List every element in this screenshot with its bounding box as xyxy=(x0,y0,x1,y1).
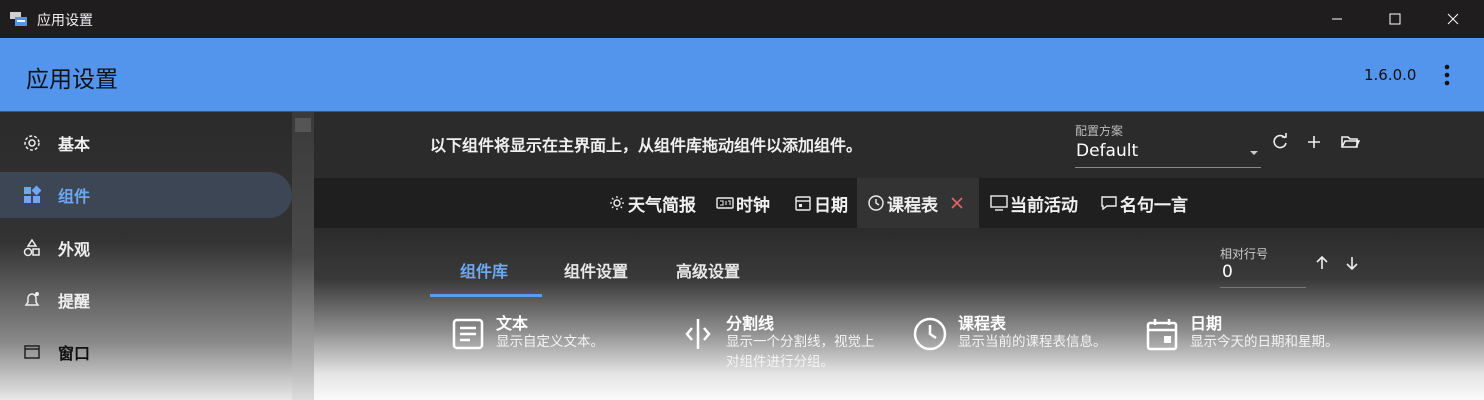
sidebar-item-appearance[interactable]: 外观 xyxy=(0,225,292,271)
chat-icon xyxy=(1101,196,1117,211)
tab-advanced-settings[interactable]: 高级设置 xyxy=(676,258,740,282)
strip-item-weather[interactable]: 天气简报 xyxy=(608,178,696,228)
library-card-separator[interactable]: 分割线 显示一个分割线，视觉上对组件进行分组。 xyxy=(680,310,900,380)
strip-item-quote[interactable]: 名句一言 xyxy=(1100,178,1188,228)
sidebar-item-label: 外观 xyxy=(58,240,91,259)
strip-item-label: 当前活动 xyxy=(1010,195,1078,216)
clock-icon xyxy=(913,317,947,351)
sidebar-item-label: 窗口 xyxy=(58,344,91,363)
clock-icon xyxy=(868,195,884,211)
chevron-down-icon xyxy=(1250,151,1258,155)
close-button[interactable] xyxy=(1424,0,1482,38)
component-strip: 天气简报 时钟 日期 课程表 当前活动 名句一言 xyxy=(314,178,1484,228)
sidebar-item-widgets[interactable]: 组件 xyxy=(0,172,292,218)
sidebar-item-window[interactable]: 窗口 xyxy=(0,329,292,375)
card-description: 显示今天的日期和星期。 xyxy=(1190,334,1339,350)
strip-item-schedule[interactable]: 课程表 xyxy=(857,178,979,228)
strip-item-activity[interactable]: 当前活动 xyxy=(990,178,1078,228)
version-label: 1.6.0.0 xyxy=(1364,66,1417,84)
strip-item-label: 时钟 xyxy=(736,195,770,216)
arrow-down-icon[interactable] xyxy=(1343,254,1361,272)
instruction-text: 以下组件将显示在主界面上，从组件库拖动组件以添加组件。 xyxy=(430,136,863,155)
sidebar-item-label: 提醒 xyxy=(58,292,91,311)
monitor-icon xyxy=(990,195,1008,211)
clock-digital-icon xyxy=(716,197,734,209)
refresh-icon[interactable] xyxy=(1270,132,1290,152)
tab-component-settings[interactable]: 组件设置 xyxy=(564,258,628,282)
scheme-value: Default xyxy=(1076,141,1139,161)
window-icon xyxy=(24,345,40,359)
window-titlebar: 应用设置 xyxy=(0,0,1484,38)
calendar-icon xyxy=(795,196,811,211)
sidebar-item-label: 基本 xyxy=(58,135,91,154)
remove-icon[interactable] xyxy=(950,196,964,210)
card-title: 日期 xyxy=(1190,314,1223,333)
maximize-button[interactable] xyxy=(1366,0,1424,38)
app-icon xyxy=(10,12,27,26)
widgets-icon xyxy=(24,185,42,203)
minimize-button[interactable] xyxy=(1308,0,1366,38)
strip-item-date[interactable]: 日期 xyxy=(794,178,848,228)
card-description: 显示自定义文本。 xyxy=(496,334,604,350)
strip-item-label: 名句一言 xyxy=(1120,195,1188,216)
calendar-icon xyxy=(1146,319,1178,351)
shapes-icon xyxy=(23,238,40,257)
sidebar: 基本 组件 外观 提醒 窗口 xyxy=(0,112,314,400)
strip-item-label: 课程表 xyxy=(887,195,938,216)
component-library-panel: 组件库 组件设置 高级设置 相对行号 0 文本 显示自定义文本。 分割线 显示一… xyxy=(314,228,1484,400)
tab-indicator xyxy=(430,294,542,297)
row-field-value: 0 xyxy=(1222,262,1233,282)
bell-icon xyxy=(24,292,40,306)
card-title: 文本 xyxy=(496,314,529,333)
folder-open-icon[interactable] xyxy=(1340,132,1360,152)
card-description: 显示当前的课程表信息。 xyxy=(958,334,1107,350)
arrow-up-icon[interactable] xyxy=(1313,254,1331,272)
sidebar-item-label: 组件 xyxy=(58,187,91,206)
tab-library[interactable]: 组件库 xyxy=(460,258,508,282)
sidebar-scrollbar[interactable] xyxy=(292,112,314,400)
gear-icon xyxy=(24,135,40,151)
library-card-date[interactable]: 日期 显示今天的日期和星期。 xyxy=(1144,310,1364,380)
add-icon[interactable] xyxy=(1304,132,1324,152)
sidebar-item-basic[interactable]: 基本 xyxy=(0,120,292,166)
scheme-select[interactable]: Default xyxy=(1075,138,1261,168)
strip-item-clock[interactable]: 时钟 xyxy=(716,178,770,228)
window-title: 应用设置 xyxy=(37,13,93,29)
library-card-schedule[interactable]: 课程表 显示当前的课程表信息。 xyxy=(912,310,1132,380)
library-card-text[interactable]: 文本 显示自定义文本。 xyxy=(450,310,670,380)
sidebar-item-reminders[interactable]: 提醒 xyxy=(0,277,292,323)
sun-icon xyxy=(610,196,624,210)
main-toolbar: 以下组件将显示在主界面上，从组件库拖动组件以添加组件。 配置方案 Default xyxy=(314,112,1484,178)
separator-icon xyxy=(685,319,711,349)
card-description: 显示一个分割线，视觉上对组件进行分组。 xyxy=(726,334,875,370)
minimize-icon xyxy=(1332,18,1342,20)
scroll-up-icon[interactable] xyxy=(295,118,311,132)
maximize-icon xyxy=(1389,13,1401,25)
scheme-label: 配置方案 xyxy=(1075,124,1124,138)
page-title: 应用设置 xyxy=(26,67,118,93)
strip-item-label: 天气简报 xyxy=(628,195,696,216)
text-icon xyxy=(452,318,484,350)
strip-item-label: 日期 xyxy=(814,195,848,216)
more-vertical-icon[interactable] xyxy=(1438,63,1456,87)
card-title: 分割线 xyxy=(726,314,775,333)
card-title: 课程表 xyxy=(958,314,1007,333)
close-icon xyxy=(1447,13,1459,25)
app-header: 应用设置 1.6.0.0 xyxy=(0,38,1484,112)
row-field-input[interactable]: 0 xyxy=(1220,260,1306,288)
